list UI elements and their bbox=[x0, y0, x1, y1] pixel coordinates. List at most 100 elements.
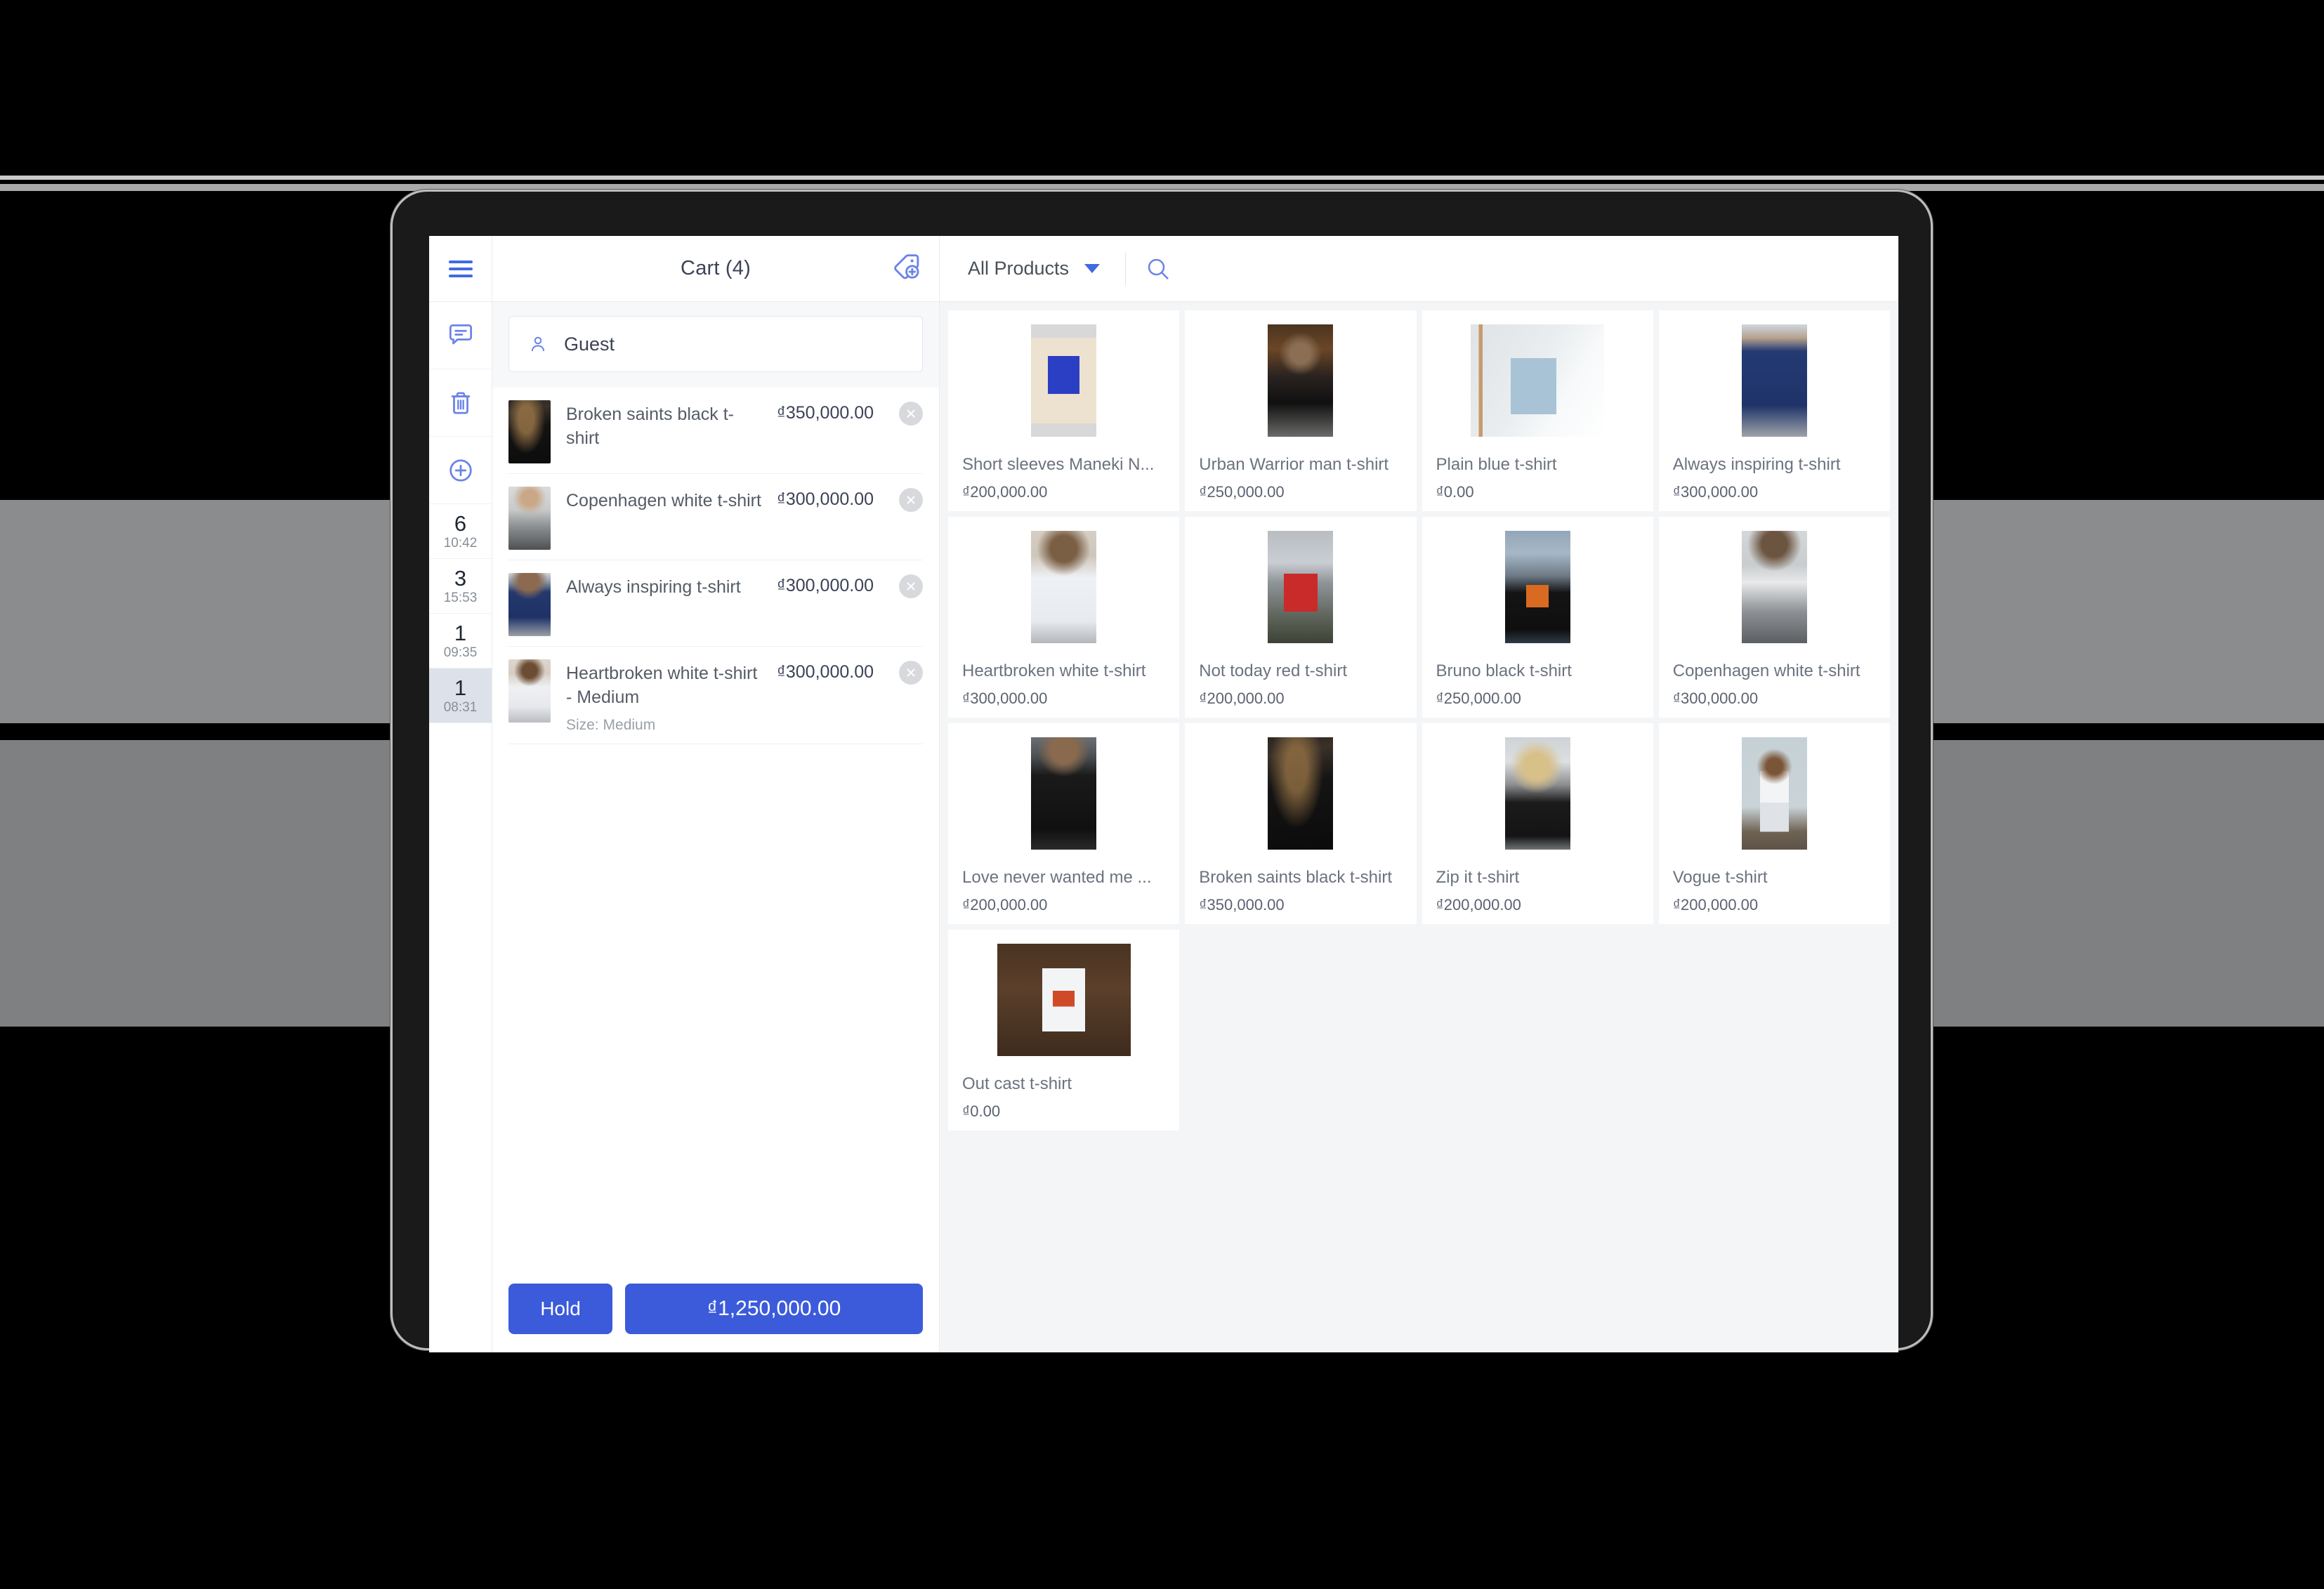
product-price: ₫200,000.00 bbox=[1672, 896, 1759, 914]
checkout-total-button[interactable]: ₫1,250,000.00 bbox=[625, 1284, 923, 1334]
product-card[interactable]: Vogue t-shirt ₫200,000.00 bbox=[1658, 723, 1890, 924]
product-image bbox=[997, 944, 1131, 1056]
cart-header: Cart (4) bbox=[492, 236, 940, 301]
product-card[interactable]: Always inspiring t-shirt ₫300,000.00 bbox=[1658, 310, 1890, 511]
cart-item-info: Always inspiring t-shirt bbox=[566, 573, 761, 600]
product-image bbox=[1504, 737, 1570, 850]
cart-item[interactable]: Copenhagen white t-shirt ₫300,000.00 bbox=[508, 474, 923, 560]
hamburger-menu-button[interactable] bbox=[429, 236, 492, 301]
product-name: Copenhagen white t-shirt bbox=[1672, 661, 1860, 680]
main-content: 6 10:42 3 15:53 1 09:35 1 08:31 Guest Br… bbox=[429, 302, 1898, 1352]
remove-cart-item-button[interactable] bbox=[899, 574, 923, 598]
product-search-button[interactable] bbox=[1144, 255, 1172, 283]
product-price: ₫300,000.00 bbox=[962, 690, 1048, 707]
product-filter-dropdown[interactable]: All Products bbox=[961, 253, 1107, 284]
remove-cart-item-button[interactable] bbox=[899, 402, 923, 426]
product-name: Out cast t-shirt bbox=[962, 1074, 1072, 1093]
delete-cart-button[interactable] bbox=[429, 369, 492, 437]
product-image bbox=[1268, 737, 1334, 850]
product-image-wrap bbox=[1185, 723, 1416, 864]
product-name: Always inspiring t-shirt bbox=[1672, 455, 1841, 474]
product-name: Not today red t-shirt bbox=[1199, 661, 1347, 680]
product-image-wrap bbox=[1659, 310, 1890, 451]
products-panel: Short sleeves Maneki N... ₫200,000.00 Ur… bbox=[940, 302, 1898, 1352]
product-name: Bruno black t-shirt bbox=[1436, 661, 1572, 680]
product-image bbox=[1031, 324, 1097, 437]
product-name: Plain blue t-shirt bbox=[1436, 455, 1557, 474]
product-card[interactable]: Love never wanted me ... ₫200,000.00 bbox=[948, 723, 1180, 924]
hold-button[interactable]: Hold bbox=[508, 1284, 612, 1334]
cart-item[interactable]: Always inspiring t-shirt ₫300,000.00 bbox=[508, 560, 923, 647]
product-price: ₫200,000.00 bbox=[1199, 690, 1285, 707]
product-name: Broken saints black t-shirt bbox=[1199, 868, 1393, 887]
held-cart-sessions: 6 10:42 3 15:53 1 09:35 1 08:31 bbox=[429, 504, 492, 723]
product-card[interactable]: Not today red t-shirt ₫200,000.00 bbox=[1185, 517, 1417, 718]
cart-item-price: ₫350,000.00 bbox=[777, 403, 874, 423]
remove-cart-item-button[interactable] bbox=[899, 488, 923, 512]
product-price: ₫200,000.00 bbox=[1436, 896, 1521, 914]
new-cart-button[interactable] bbox=[429, 437, 492, 504]
product-image-wrap bbox=[1659, 517, 1890, 657]
add-discount-button[interactable] bbox=[890, 251, 922, 286]
close-circle-icon bbox=[907, 668, 915, 677]
product-image bbox=[1504, 531, 1570, 643]
remove-cart-item-button[interactable] bbox=[899, 661, 923, 685]
cart-item[interactable]: Broken saints black t-shirt ₫350,000.00 bbox=[508, 388, 923, 474]
product-price: ₫250,000.00 bbox=[1436, 690, 1521, 707]
product-card[interactable]: Short sleeves Maneki N... ₫200,000.00 bbox=[948, 310, 1180, 511]
customer-name: Guest bbox=[564, 333, 615, 355]
top-bar: Cart (4) All Products bbox=[429, 236, 1898, 302]
cart-item-thumbnail bbox=[508, 400, 551, 463]
cart-item-name: Copenhagen white t-shirt bbox=[566, 491, 761, 510]
product-name: Short sleeves Maneki N... bbox=[962, 455, 1155, 474]
cart-item-price: ₫300,000.00 bbox=[777, 576, 874, 595]
product-image-wrap bbox=[948, 723, 1179, 864]
product-card[interactable]: Urban Warrior man t-shirt ₫250,000.00 bbox=[1185, 310, 1417, 511]
cart-title: Cart (4) bbox=[681, 257, 751, 279]
product-name: Zip it t-shirt bbox=[1436, 868, 1520, 887]
close-circle-icon bbox=[907, 582, 915, 591]
product-image bbox=[1031, 531, 1097, 643]
product-card[interactable]: Zip it t-shirt ₫200,000.00 bbox=[1422, 723, 1653, 924]
search-icon bbox=[1148, 258, 1169, 279]
header-divider bbox=[1125, 252, 1127, 285]
product-card[interactable]: Heartbroken white t-shirt ₫300,000.00 bbox=[948, 517, 1180, 718]
product-card[interactable]: Copenhagen white t-shirt ₫300,000.00 bbox=[1658, 517, 1890, 718]
product-image-wrap bbox=[1185, 517, 1416, 657]
product-image-wrap bbox=[1422, 517, 1653, 657]
close-circle-icon bbox=[907, 496, 915, 504]
product-card[interactable]: Broken saints black t-shirt ₫350,000.00 bbox=[1185, 723, 1417, 924]
product-grid: Short sleeves Maneki N... ₫200,000.00 Ur… bbox=[948, 310, 1890, 1130]
session-count: 3 bbox=[454, 566, 467, 591]
session-item[interactable]: 3 15:53 bbox=[429, 559, 492, 614]
customer-selector[interactable]: Guest bbox=[508, 316, 923, 372]
plus-circle-icon bbox=[449, 459, 472, 482]
hamburger-menu-icon bbox=[448, 260, 473, 277]
product-card[interactable]: Bruno black t-shirt ₫250,000.00 bbox=[1422, 517, 1653, 718]
customer-zone: Guest bbox=[492, 302, 939, 388]
product-image-wrap bbox=[1659, 723, 1890, 864]
product-card[interactable]: Out cast t-shirt ₫0.00 bbox=[948, 930, 1180, 1130]
product-price: ₫300,000.00 bbox=[1672, 483, 1759, 501]
cart-footer: Hold ₫1,250,000.00 bbox=[492, 1268, 939, 1352]
cart-item-price: ₫300,000.00 bbox=[777, 662, 874, 682]
product-image bbox=[1268, 531, 1334, 643]
product-price: ₫0.00 bbox=[1436, 483, 1474, 501]
cart-note-button[interactable] bbox=[429, 302, 492, 369]
product-image bbox=[1741, 737, 1807, 850]
cart-item[interactable]: Heartbroken white t-shirt - Medium Size:… bbox=[508, 647, 923, 744]
session-item[interactable]: 1 09:35 bbox=[429, 614, 492, 668]
tablet-screen: Cart (4) All Products 6 10:42 3 15:53 1 … bbox=[429, 236, 1898, 1352]
session-time: 10:42 bbox=[443, 536, 478, 550]
product-image-wrap bbox=[1422, 310, 1653, 451]
note-icon bbox=[449, 324, 472, 344]
product-image-wrap bbox=[948, 310, 1179, 451]
session-item-active[interactable]: 1 08:31 bbox=[429, 668, 492, 723]
session-count: 1 bbox=[454, 621, 467, 645]
product-price: ₫350,000.00 bbox=[1199, 896, 1285, 914]
session-count: 1 bbox=[454, 675, 467, 700]
session-item[interactable]: 6 10:42 bbox=[429, 504, 492, 559]
product-price: ₫0.00 bbox=[962, 1102, 1001, 1120]
product-name: Love never wanted me ... bbox=[962, 868, 1152, 887]
product-card[interactable]: Plain blue t-shirt ₫0.00 bbox=[1422, 310, 1653, 511]
